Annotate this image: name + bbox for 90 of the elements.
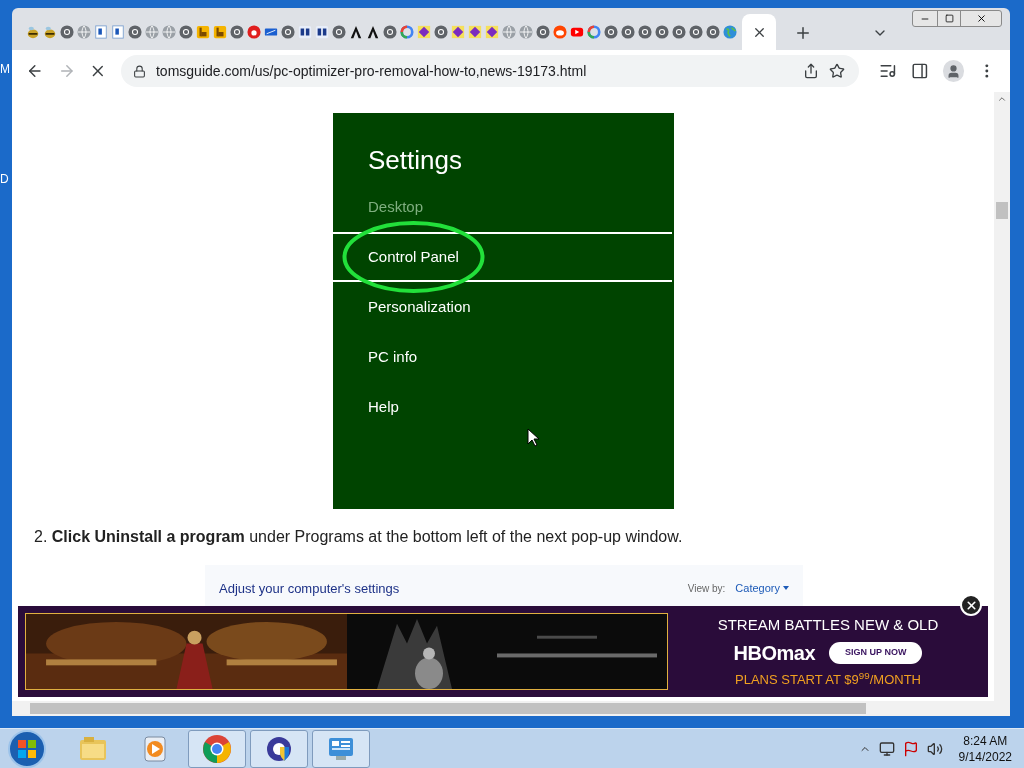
favicon-icon <box>383 25 397 39</box>
restore-icon <box>944 14 954 23</box>
favicon-icon <box>655 25 669 39</box>
address-bar[interactable]: tomsguide.com/us/pc-optimizer-pro-removal-how-to,news-19173.html <box>120 55 860 87</box>
favicon-icon <box>689 25 703 39</box>
browser-tab[interactable] <box>315 25 329 39</box>
lock-icon <box>132 64 146 78</box>
favicon-icon <box>570 25 584 39</box>
favicon-icon <box>536 25 550 39</box>
close-ad-button[interactable] <box>960 594 982 616</box>
favicon-icon <box>94 25 108 39</box>
browser-tab[interactable] <box>94 25 108 39</box>
desktop-icon-label: M <box>0 61 11 78</box>
favicon-icon <box>230 25 244 39</box>
favicon-icon <box>638 25 652 39</box>
clock-date[interactable]: 9/14/2022 <box>958 748 1012 765</box>
favicon-icon <box>604 25 618 39</box>
ad-price: PLANS START AT $9$^{99}$/MONTH <box>735 670 921 689</box>
network-icon[interactable] <box>878 740 895 757</box>
windows-logo-icon <box>17 738 37 759</box>
favicon-icon <box>315 25 329 39</box>
browser-tab[interactable] <box>366 25 380 39</box>
settings-title: Settings <box>367 145 463 177</box>
sign-up-button[interactable]: SIGN UP NOW <box>829 642 923 664</box>
back-icon[interactable] <box>26 62 44 80</box>
favicon-icon <box>621 25 635 39</box>
start-button[interactable] <box>8 729 46 768</box>
chrome-icon <box>202 733 232 764</box>
restore-button[interactable] <box>937 11 961 26</box>
view-by-label: View by: <box>687 582 726 596</box>
profile-icon[interactable] <box>942 60 965 82</box>
favicon-icon <box>519 25 533 39</box>
ad-banner[interactable]: STREAM BATTLES NEW & OLD HBOmax SIGN UP NOW PLANS START AT $9$^{99}$/MONTH <box>18 606 988 697</box>
favicon-icon <box>553 25 567 39</box>
favicon-icon <box>400 25 414 39</box>
side-panel-icon[interactable] <box>911 62 929 80</box>
favicon-icon <box>706 25 720 39</box>
favicon-icon <box>162 25 176 39</box>
horizontal-scrollbar[interactable] <box>12 701 1010 716</box>
favicon-icon <box>672 25 686 39</box>
media-control-icon[interactable] <box>879 62 898 80</box>
new-tab-icon[interactable] <box>794 24 812 42</box>
favicon-icon <box>247 25 261 39</box>
action-center-flag-icon[interactable] <box>902 740 919 757</box>
mouse-cursor-icon <box>527 428 539 447</box>
url-text: tomsguide.com/us/pc-optimizer-pro-removal-how-to,news-19173.html <box>155 61 588 81</box>
favicon-icon <box>298 25 312 39</box>
favicon-icon <box>349 25 363 39</box>
browser-tab[interactable] <box>349 25 363 39</box>
favicon-icon <box>281 25 295 39</box>
favicon-icon <box>196 25 210 39</box>
taskbar-button[interactable] <box>250 729 308 768</box>
favicon-icon <box>451 25 465 39</box>
share-icon[interactable] <box>803 63 820 79</box>
favicon-icon <box>366 25 380 39</box>
close-icon <box>964 598 978 612</box>
step-instruction: 2. Click Uninstall a program under Programs at the bottom left of the next pop-up window. <box>33 527 684 547</box>
favicon-icon <box>179 25 193 39</box>
favicon-icon <box>77 25 91 39</box>
browser-tab[interactable] <box>26 25 40 39</box>
volume-icon[interactable] <box>926 740 943 757</box>
close-icon <box>975 13 987 24</box>
clock-time[interactable]: 8:24 AM <box>963 732 1008 749</box>
favicon-icon <box>60 25 74 39</box>
favicon-icon <box>43 25 57 39</box>
bookmark-star-icon[interactable] <box>829 63 846 79</box>
control-panel-heading: Adjust your computer's settings <box>219 580 400 598</box>
favicon-icon <box>213 25 227 39</box>
favicon-icon <box>128 25 142 39</box>
scroll-up-icon[interactable] <box>997 94 1007 104</box>
favicon-icon <box>417 25 431 39</box>
favicon-icon <box>332 25 346 39</box>
favicon-icon <box>502 25 516 39</box>
vertical-scrollbar[interactable] <box>994 92 1010 701</box>
favicon-icon <box>468 25 482 39</box>
favicon-icon <box>723 25 737 39</box>
favicon-icon <box>26 25 40 39</box>
browser-tab[interactable] <box>43 25 57 39</box>
favicon-icon <box>485 25 499 39</box>
favicon-icon <box>434 25 448 39</box>
ad-headline: STREAM BATTLES NEW & OLD <box>717 614 939 635</box>
brand-logo: HBOmax <box>733 641 816 666</box>
browser-tab[interactable] <box>298 25 312 39</box>
scroll-thumb[interactable] <box>996 202 1008 219</box>
desktop-icon-label: D <box>0 171 10 188</box>
favicon-icon <box>145 25 159 39</box>
browser-tab[interactable] <box>111 25 125 39</box>
dropdown-caret-icon <box>783 586 789 591</box>
favicon-icon <box>111 25 125 39</box>
favicon-icon <box>587 25 601 39</box>
